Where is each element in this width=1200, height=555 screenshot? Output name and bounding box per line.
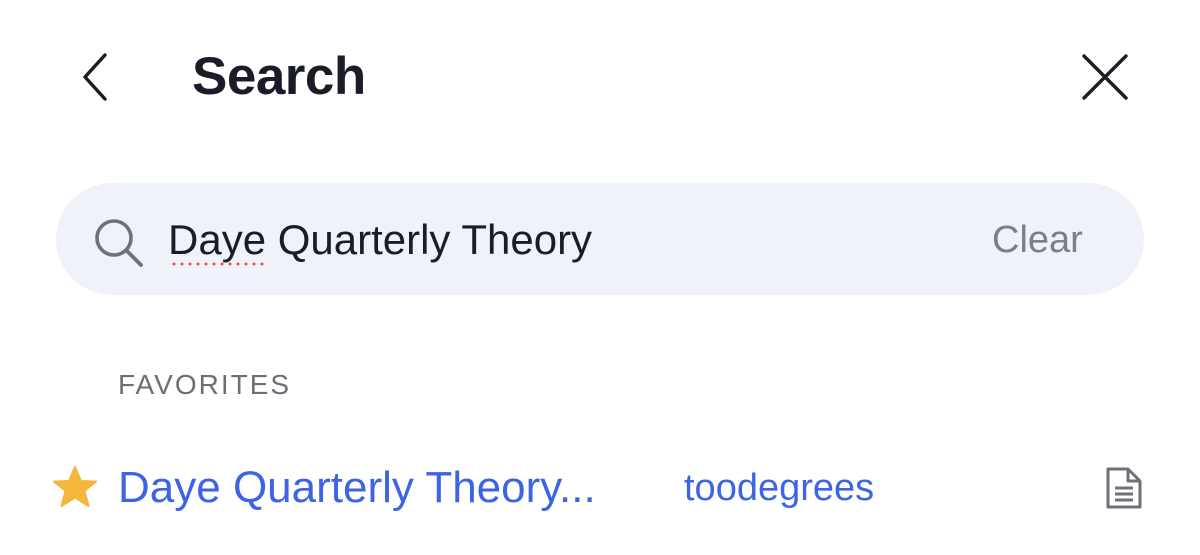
list-item[interactable]: Daye Quarterly Theory... toodegrees <box>0 440 1200 536</box>
search-input[interactable] <box>168 209 928 271</box>
result-owner[interactable]: toodegrees <box>684 462 874 514</box>
close-button[interactable] <box>1074 46 1136 108</box>
star-icon <box>53 466 97 507</box>
clear-button[interactable]: Clear <box>992 214 1083 266</box>
header: Search <box>0 0 1200 150</box>
result-title[interactable]: Daye Quarterly Theory... <box>118 460 596 516</box>
close-icon <box>1082 54 1128 100</box>
document-icon <box>1106 467 1142 509</box>
spellcheck-underline <box>170 262 268 266</box>
favorites-section-label: FAVORITES <box>118 369 292 400</box>
chevron-left-icon <box>83 53 107 101</box>
page-title: Search <box>192 47 366 106</box>
back-button[interactable] <box>70 48 120 106</box>
search-icon <box>95 219 143 267</box>
